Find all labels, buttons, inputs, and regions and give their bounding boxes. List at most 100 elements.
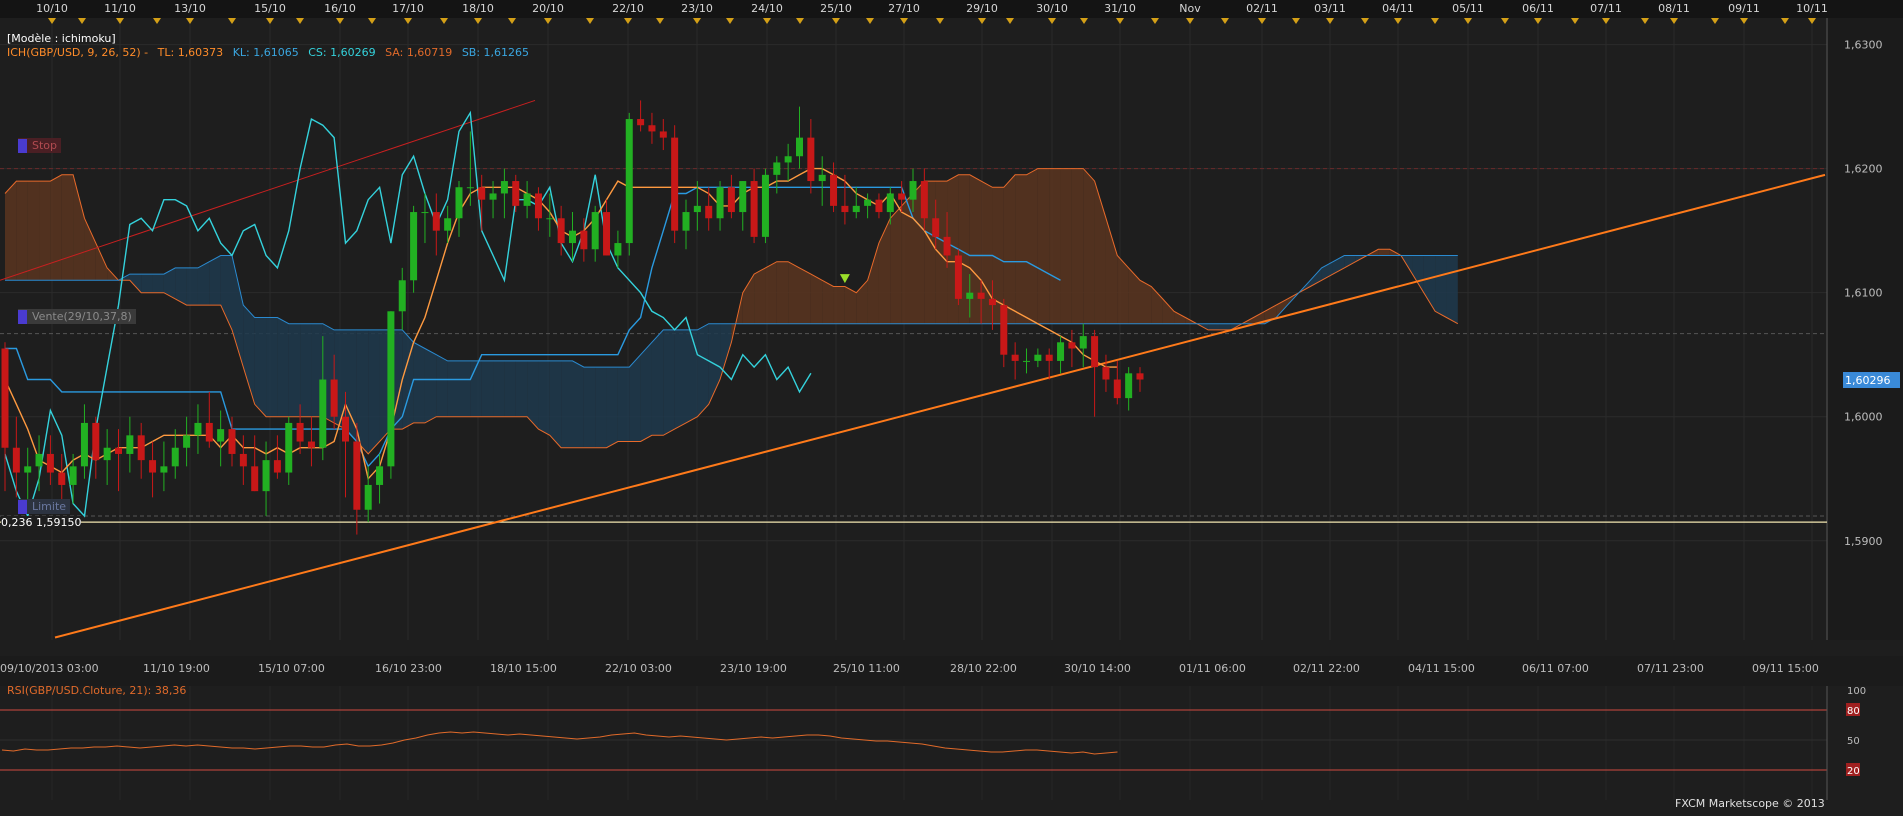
- candle-body: [761, 174, 769, 237]
- indicator-sa: SA: 1,60719: [385, 46, 453, 59]
- top-date-tick: 20/10: [532, 2, 564, 15]
- candle-body: [58, 472, 66, 485]
- top-date-tick: 04/11: [1382, 2, 1414, 15]
- rsi-plot-bg: [0, 686, 1845, 812]
- top-date-tick: 22/10: [612, 2, 644, 15]
- candle-body: [625, 119, 633, 244]
- rsi-title: RSI(GBP/USD.Cloture, 21): 38,36: [7, 684, 187, 697]
- kumo-cloud-segment: [969, 174, 982, 324]
- kumo-cloud-segment: [50, 174, 62, 281]
- candle-body: [523, 193, 531, 206]
- candle-body: [773, 162, 781, 175]
- kumo-cloud-segment: [788, 261, 800, 324]
- candle-body: [943, 236, 951, 256]
- kumo-cloud-segment: [504, 360, 516, 417]
- candle-body: [648, 125, 656, 132]
- candle-body: [830, 174, 838, 206]
- kumo-cloud-segment: [606, 367, 618, 448]
- candle-body: [183, 435, 191, 448]
- candle-body: [988, 298, 996, 306]
- candle-body: [364, 484, 372, 510]
- kumo-cloud-segment: [651, 329, 664, 436]
- limit-order-label[interactable]: Limite: [18, 499, 71, 514]
- indicator-cs: CS: 1,60269: [308, 46, 376, 59]
- candle-body: [1125, 373, 1133, 399]
- candle-body: [137, 435, 145, 461]
- top-date-tick: 24/10: [751, 2, 783, 15]
- candle-body: [478, 187, 486, 200]
- kumo-cloud-segment: [674, 329, 686, 430]
- candle-body: [1, 348, 9, 448]
- kumo-cloud-segment: [1219, 323, 1231, 330]
- rsi-tick-label: 80: [1847, 706, 1860, 717]
- stop-order-label[interactable]: Stop: [18, 138, 62, 153]
- stop-order-text: Stop: [32, 139, 58, 152]
- kumo-cloud-segment: [368, 329, 380, 454]
- kumo-cloud-segment: [402, 329, 414, 430]
- candle-body: [977, 292, 985, 299]
- stop-order-marker: [18, 139, 27, 153]
- kumo-cloud-segment: [1015, 174, 1027, 324]
- candle-body: [727, 187, 735, 213]
- price-tick-label: 1,6100: [1844, 287, 1883, 300]
- chart-window: 10/10 11/10 13/10 15/10 16/10 17/10 18/10 20/10…: [0, 0, 1903, 812]
- candle-body: [171, 447, 179, 467]
- top-date-tick: 02/11: [1246, 2, 1278, 15]
- candle-body: [353, 441, 361, 510]
- kumo-cloud-segment: [958, 174, 970, 324]
- kumo-cloud-segment: [640, 342, 652, 442]
- candle-body: [682, 212, 690, 231]
- time-axis-tick: 06/11 07:00: [1522, 662, 1589, 675]
- limit-order-marker: [18, 500, 27, 514]
- kumo-cloud-segment: [561, 360, 573, 448]
- candle-body: [614, 243, 622, 256]
- candle-body: [126, 435, 134, 454]
- candle-body: [239, 453, 247, 467]
- top-date-tick: 17/10: [392, 2, 424, 15]
- candle-body: [35, 453, 43, 467]
- time-axis-tick: 01/11 06:00: [1179, 662, 1246, 675]
- kumo-cloud-segment: [186, 267, 198, 306]
- kumo-cloud-segment: [697, 323, 709, 417]
- top-date-tick: 11/10: [104, 2, 136, 15]
- kumo-cloud-segment: [776, 261, 789, 324]
- candle-body: [739, 181, 747, 213]
- price-tick-label: 1,5900: [1844, 535, 1883, 548]
- candle-body: [1034, 354, 1042, 361]
- sell-order-label[interactable]: Vente(29/10,37,8): [18, 309, 136, 324]
- candle-body: [330, 379, 338, 417]
- rsi-tick-label: 100: [1847, 686, 1866, 697]
- candle-body: [637, 119, 645, 126]
- top-date-tick: 16/10: [324, 2, 356, 15]
- top-date-tick: 25/10: [820, 2, 852, 15]
- kumo-cloud-segment: [1060, 168, 1072, 324]
- top-date-tick: 06/11: [1522, 2, 1554, 15]
- top-date-tick: 13/10: [174, 2, 206, 15]
- candle-body: [12, 447, 20, 473]
- kumo-cloud-segment: [1378, 249, 1390, 256]
- kumo-cloud-segment: [754, 267, 766, 324]
- kumo-cloud-segment: [424, 348, 437, 423]
- candle-body: [796, 137, 803, 157]
- candle-body: [251, 466, 259, 492]
- kumo-cloud-segment: [890, 205, 902, 324]
- candle-body: [319, 379, 327, 448]
- top-date-tick: 29/10: [966, 2, 998, 15]
- time-axis-tick: 23/10 19:00: [720, 662, 787, 675]
- kumo-cloud-segment: [1049, 168, 1061, 324]
- indicator-kl: KL: 1,61065: [232, 46, 299, 59]
- top-date-tick: 15/10: [254, 2, 286, 15]
- kumo-cloud-segment: [209, 255, 221, 306]
- template-label: [Modèle : ichimoku]: [7, 32, 116, 45]
- candle-body: [1011, 354, 1019, 361]
- time-axis-tick: 04/11 15:00: [1408, 662, 1475, 675]
- kumo-cloud-segment: [799, 267, 811, 324]
- candle-body: [671, 137, 679, 231]
- kumo-cloud-segment: [16, 181, 28, 281]
- ichimoku-chart[interactable]: 10/10 11/10 13/10 15/10 16/10 17/10 18/10 20/10…: [0, 0, 1903, 812]
- candle-body: [342, 416, 349, 442]
- candle-body: [24, 466, 32, 473]
- kumo-cloud-segment: [1003, 174, 1016, 324]
- price-tick-label: 1,6200: [1844, 163, 1883, 176]
- kumo-cloud-segment: [663, 329, 675, 436]
